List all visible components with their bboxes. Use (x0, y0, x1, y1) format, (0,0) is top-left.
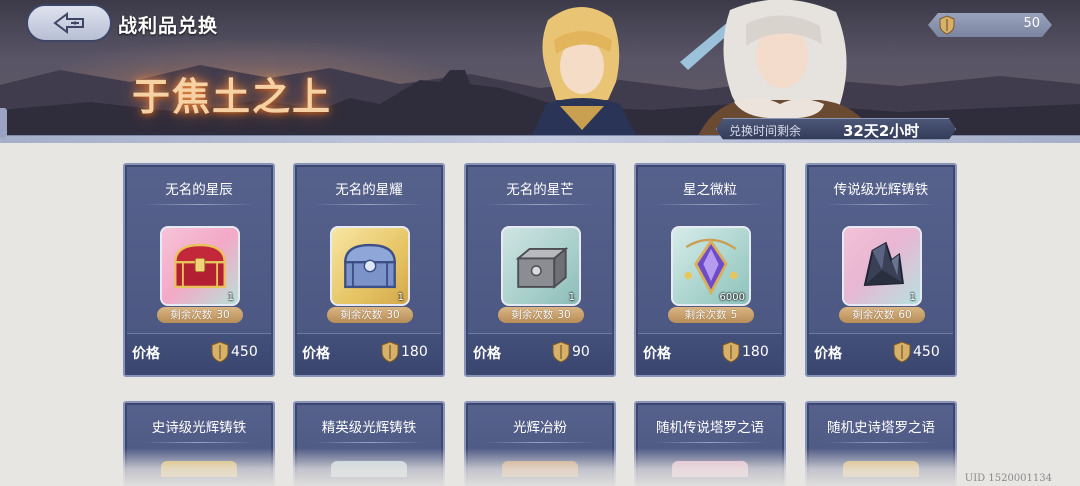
event-title: 于焦土之上 (132, 74, 333, 119)
item-name: 无名的星芒 (506, 182, 574, 198)
divider (313, 442, 425, 443)
item-name: 星之微粒 (683, 182, 737, 198)
item-quantity: 1 (227, 292, 234, 303)
item-quantity: 1 (397, 292, 404, 303)
item-quantity: 6000 (719, 292, 745, 303)
price-value: 180 (742, 344, 769, 360)
divider (654, 204, 766, 205)
shop-grid: 无名的星辰 1 剩余次数 30 价格 450 无名的星耀 1 剩余次数 30 价… (0, 143, 1080, 486)
price-bar: 价格 180 (638, 333, 782, 373)
item-name: 无名的星耀 (335, 182, 403, 198)
item-name: 无名的星辰 (165, 182, 233, 198)
remaining-value: 30 (216, 309, 230, 321)
back-arrow-icon (53, 12, 84, 34)
side-drawer-tab[interactable] (0, 108, 7, 138)
item-quantity: 1 (909, 292, 916, 303)
item-frame: 1 (160, 226, 240, 306)
item-frame: 1 (501, 226, 581, 306)
currency-counter[interactable]: 50 (928, 13, 1052, 37)
divider (654, 442, 766, 443)
grey-treasure-chest-icon (515, 246, 569, 289)
shop-item-card[interactable]: 无名的星芒 1 剩余次数 30 价格 90 (464, 163, 616, 377)
divider (143, 442, 255, 443)
currency-value: 50 (1023, 16, 1040, 31)
item-name: 光辉冶粉 (513, 420, 567, 436)
item-frame: 6000 (671, 226, 751, 306)
gold-shield-icon (722, 341, 740, 363)
remaining-label: 剩余次数 (340, 309, 383, 321)
item-quantity: 1 (568, 292, 575, 303)
red-treasure-chest-icon (174, 243, 226, 289)
divider (313, 204, 425, 205)
price-label: 价格 (302, 346, 330, 362)
remaining-label: 剩余次数 (511, 309, 554, 321)
divider (484, 442, 596, 443)
gold-shield-icon (381, 341, 399, 363)
remaining-count-badge: 剩余次数 30 (498, 307, 584, 323)
back-button[interactable] (26, 4, 112, 42)
divider (825, 204, 937, 205)
user-id: UID 1520001134 (964, 473, 1052, 484)
timer-label: 兑换时间剩余 (729, 124, 802, 138)
price-value: 180 (401, 344, 428, 360)
timer-value: 32天2小时 (843, 122, 920, 140)
gold-shield-icon (893, 341, 911, 363)
remaining-count-badge: 剩余次数 60 (839, 307, 925, 323)
remaining-count-badge: 剩余次数 5 (668, 307, 754, 323)
price-value: 90 (572, 344, 590, 360)
divider (484, 204, 596, 205)
item-frame: 1 (842, 226, 922, 306)
gold-shield-icon (939, 15, 955, 35)
price-label: 价格 (814, 346, 842, 362)
price-label: 价格 (643, 346, 671, 362)
price-bar: 价格 180 (297, 333, 441, 373)
remaining-label: 剩余次数 (852, 309, 895, 321)
blue-treasure-chest-icon (344, 243, 396, 289)
price-label: 价格 (473, 346, 501, 362)
divider (143, 204, 255, 205)
price-bar: 价格 90 (468, 333, 612, 373)
item-name: 史诗级光辉铸铁 (151, 420, 247, 436)
price-bar: 价格 450 (127, 333, 271, 373)
dark-ore-crystal-icon (863, 241, 904, 287)
page-title: 战利品兑换 (118, 15, 219, 37)
item-frame: 1 (330, 226, 410, 306)
remaining-value: 30 (386, 309, 400, 321)
price-bar: 价格 450 (809, 333, 953, 373)
shop-item-card[interactable]: 无名的星耀 1 剩余次数 30 价格 180 (293, 163, 445, 377)
item-name: 随机传说塔罗之语 (656, 420, 764, 436)
remaining-label: 剩余次数 (170, 309, 213, 321)
remaining-value: 30 (557, 309, 571, 321)
remaining-value: 60 (898, 309, 912, 321)
remaining-count-badge: 剩余次数 30 (157, 307, 243, 323)
item-name: 精英级光辉铸铁 (321, 420, 417, 436)
item-name: 随机史诗塔罗之语 (827, 420, 935, 436)
remaining-label: 剩余次数 (684, 309, 727, 321)
divider (825, 442, 937, 443)
remaining-count-badge: 剩余次数 30 (327, 307, 413, 323)
price-value: 450 (231, 344, 258, 360)
price-value: 450 (913, 344, 940, 360)
remaining-value: 5 (730, 309, 738, 321)
item-name: 传说级光辉铸铁 (833, 182, 929, 198)
shop-item-card[interactable]: 无名的星辰 1 剩余次数 30 价格 450 (123, 163, 275, 377)
price-label: 价格 (132, 346, 160, 362)
scroll-fade (0, 448, 1080, 486)
shop-item-card[interactable]: 星之微粒 6000 剩余次数 5 价格 180 (634, 163, 786, 377)
shop-item-card[interactable]: 传说级光辉铸铁 1 剩余次数 60 价格 450 (805, 163, 957, 377)
exchange-timer: 兑换时间剩余 32天2小时 (716, 118, 956, 140)
gold-shield-icon (211, 341, 229, 363)
gold-shield-icon (552, 341, 570, 363)
